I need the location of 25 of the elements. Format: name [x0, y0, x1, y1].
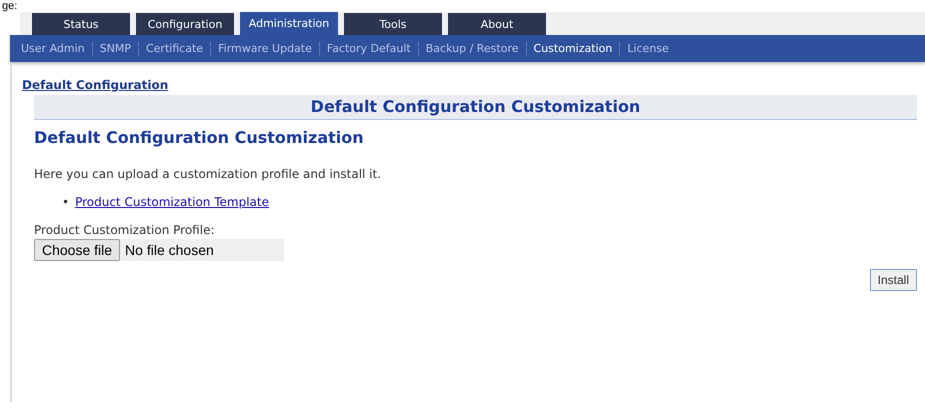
nav-tab[interactable]: Configuration [136, 13, 234, 35]
install-button[interactable]: Install [870, 269, 917, 291]
panel-title: Default Configuration Customization [34, 95, 917, 120]
sub-nav-link[interactable]: Certificate [138, 42, 210, 55]
sub-nav-link[interactable]: Firmware Update [210, 42, 319, 55]
section-heading: Default Configuration Customization [34, 128, 365, 147]
nav-tab[interactable]: Status [32, 13, 130, 35]
bullet-mark: • [62, 195, 70, 209]
nav-tab[interactable]: About [448, 13, 546, 35]
field-label: Product Customization Profile: [34, 223, 216, 237]
file-input[interactable]: Choose file No file chosen [34, 239, 284, 261]
description-text: Here you can upload a customization profile and install it. [34, 167, 382, 181]
breadcrumb-link[interactable]: Default Configuration [22, 78, 168, 92]
nav-tab[interactable]: Administration [240, 12, 338, 35]
sub-nav-link[interactable]: License [619, 42, 676, 55]
file-status-text: No file chosen [125, 242, 214, 258]
caption-text: ge: [2, 0, 18, 12]
sub-nav-link[interactable]: Backup / Restore [418, 42, 526, 55]
sub-nav-link[interactable]: Customization [526, 42, 620, 55]
choose-file-button[interactable]: Choose file [34, 239, 120, 261]
sub-nav-link[interactable]: SNMP [92, 42, 138, 55]
nav-tab[interactable]: Tools [344, 13, 442, 35]
sub-nav-link[interactable]: Factory Default [318, 42, 418, 55]
sub-nav-link[interactable]: User Admin [14, 42, 92, 55]
template-link[interactable]: Product Customization Template [75, 195, 269, 209]
